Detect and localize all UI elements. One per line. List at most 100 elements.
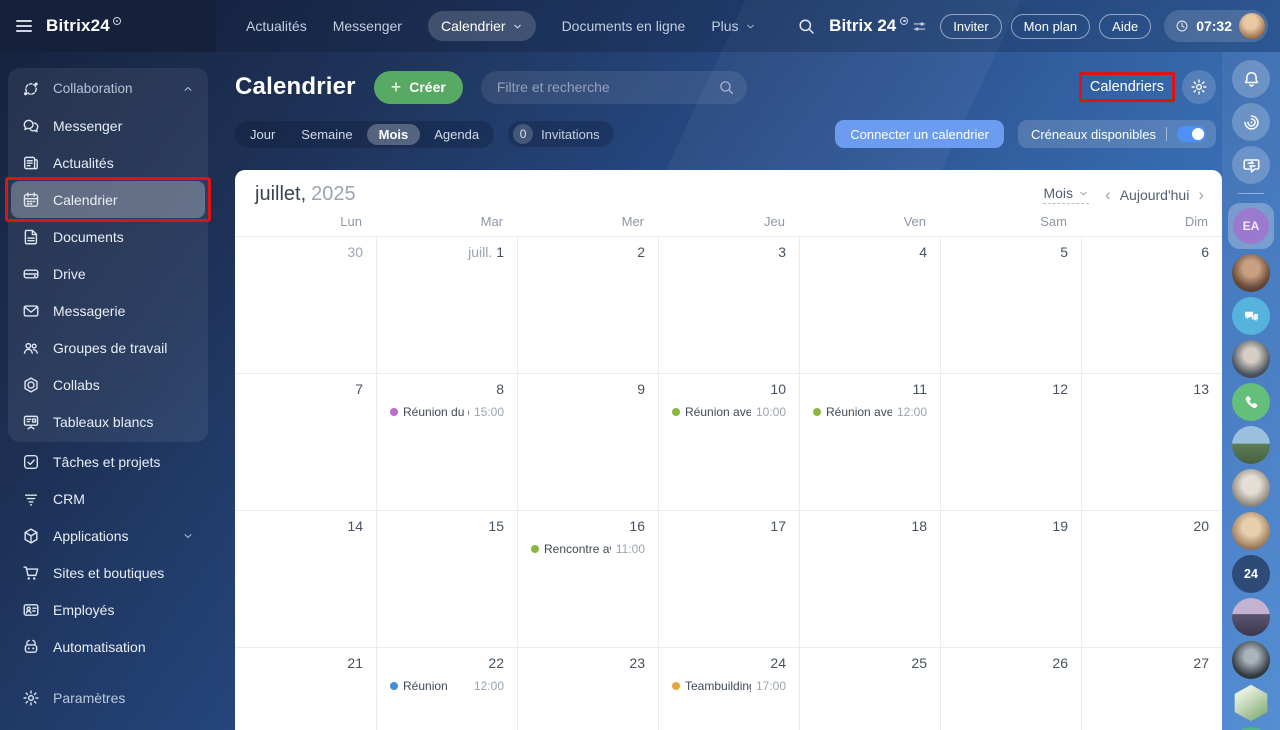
search-icon[interactable] — [797, 17, 816, 36]
calendar-day-cell[interactable]: 25 — [799, 647, 940, 730]
search-icon[interactable] — [718, 79, 735, 96]
calendar-settings-button[interactable] — [1182, 70, 1216, 104]
invitations-pill[interactable]: 0 Invitations — [508, 121, 614, 147]
topnav-plus[interactable]: Plus — [711, 11, 755, 41]
topnav-documents-en-ligne[interactable]: Documents en ligne — [562, 11, 686, 41]
user-avatar[interactable] — [1239, 13, 1265, 39]
calendar-day-cell[interactable]: 14 — [235, 510, 376, 647]
sidebar-item-drive[interactable]: Drive — [11, 255, 205, 292]
calendar-day-cell[interactable]: 18 — [799, 510, 940, 647]
chat-item-24[interactable]: 24 — [1232, 555, 1270, 593]
view-tab-jour[interactable]: Jour — [238, 124, 287, 145]
view-tab-semaine[interactable]: Semaine — [289, 124, 364, 145]
available-slots-toggle[interactable] — [1177, 126, 1206, 142]
sidebar-item-messenger[interactable]: Messenger — [11, 107, 205, 144]
calendar-day-cell[interactable]: 5 — [940, 236, 1081, 373]
chat-avatar-man-dark-man-dark-icon[interactable] — [1232, 641, 1270, 679]
calendar-event[interactable]: Réunion du dé... 15:00 — [390, 405, 504, 419]
event-time: 12:00 — [896, 405, 927, 419]
calendar-day-cell[interactable]: 19 — [940, 510, 1081, 647]
chat-channel-button[interactable] — [1232, 297, 1270, 335]
sidebar-item-applications[interactable]: Applications — [11, 517, 205, 554]
calendar-day-cell[interactable]: 8 Réunion du dé... 15:00 — [376, 373, 517, 510]
sidebar-item-groupes-de-travail[interactable]: Groupes de travail — [11, 329, 205, 366]
calendar-day-cell[interactable]: 13 — [1081, 373, 1222, 510]
chat-item-ea[interactable]: EA — [1228, 203, 1274, 249]
sidebar-item-employes[interactable]: Employés — [11, 591, 205, 628]
connect-calendar-button[interactable]: Connecter un calendrier — [835, 120, 1004, 148]
sidebar-item-tableaux-blancs[interactable]: Tableaux blancs — [11, 403, 205, 440]
phone-icon — [1242, 393, 1261, 412]
calendar-day-cell[interactable]: 20 — [1081, 510, 1222, 647]
calendar-event[interactable]: Teambuilding 17:00 — [672, 679, 786, 693]
calendar-day-cell[interactable]: 26 — [940, 647, 1081, 730]
chat-avatar-city-city-icon[interactable] — [1232, 598, 1270, 636]
time-status-pill[interactable]: 07:32 — [1164, 10, 1268, 42]
calendar-day-cell[interactable]: 6 — [1081, 236, 1222, 373]
portal-name[interactable]: Bitrix 24 — [829, 16, 927, 36]
calendar-day-cell[interactable]: 24 Teambuilding 17:00 — [658, 647, 799, 730]
sidebar-item-documents[interactable]: Documents — [11, 218, 205, 255]
search-input[interactable] — [496, 79, 718, 95]
calendar-day-cell[interactable]: juill. 1 — [376, 236, 517, 373]
sidebar-section-collaboration[interactable]: Collaboration — [11, 70, 205, 107]
topnav-actualites[interactable]: Actualités — [246, 11, 307, 41]
notifications-button[interactable] — [1232, 60, 1270, 98]
chat-avatar-woman-woman-portrait-icon[interactable] — [1232, 254, 1270, 292]
sidebar-item-label: Groupes de travail — [53, 339, 168, 356]
calls-button[interactable] — [1232, 383, 1270, 421]
sidebar-item-calendrier[interactable]: Calendrier — [5, 177, 211, 222]
chat-avatar-cat-cat-icon[interactable] — [1232, 469, 1270, 507]
calendar-day-cell[interactable]: 2 — [517, 236, 658, 373]
chat-avatar-landscape-landscape-icon[interactable] — [1232, 426, 1270, 464]
calendar-event[interactable]: Réunion avec l... 12:00 — [813, 405, 927, 419]
chat-avatar-hexagon-hexagon-map-icon[interactable] — [1234, 684, 1268, 722]
calendar-day-cell[interactable]: 11 Réunion avec l... 12:00 — [799, 373, 940, 510]
view-tab-agenda[interactable]: Agenda — [422, 124, 491, 145]
sidebar-item-crm[interactable]: CRM — [11, 480, 205, 517]
topnav-messenger[interactable]: Messenger — [333, 11, 402, 41]
chat-avatar-man-man-portrait-icon[interactable] — [1232, 340, 1270, 378]
bitrix24-logo[interactable]: Bitrix24 — [46, 16, 121, 36]
calendar-day-cell[interactable]: 27 — [1081, 647, 1222, 730]
topnav-calendrier[interactable]: Calendrier — [427, 11, 536, 41]
sidebar-item-sites-et-boutiques[interactable]: Sites et boutiques — [11, 554, 205, 591]
calendar-day-cell[interactable]: 21 — [235, 647, 376, 730]
calendar-view-select[interactable]: Mois — [1043, 185, 1090, 204]
calendar-day-cell[interactable]: 15 — [376, 510, 517, 647]
calendar-day-cell[interactable]: 22 Réunion 12:00 — [376, 647, 517, 730]
aide-button[interactable]: Aide — [1099, 13, 1152, 39]
prev-month-button[interactable]: ‹ — [1105, 186, 1111, 203]
calendar-day-cell[interactable]: 4 — [799, 236, 940, 373]
sidebar-item-messagerie[interactable]: Messagerie — [11, 292, 205, 329]
hamburger-menu-icon[interactable] — [16, 19, 32, 33]
inviter-button[interactable]: Inviter — [940, 13, 1002, 39]
sidebar-item-taches-et-projets[interactable]: Tâches et projets — [11, 443, 205, 480]
calendar-day-cell[interactable]: 17 — [658, 510, 799, 647]
filter-search-box[interactable] — [480, 70, 747, 104]
calendar-day-cell[interactable]: 30 — [235, 236, 376, 373]
calendar-day-cell[interactable]: 3 — [658, 236, 799, 373]
calendar-day-cell[interactable]: 23 — [517, 647, 658, 730]
calendar-day-cell[interactable]: 16 Rencontre avec... 11:00 — [517, 510, 658, 647]
today-button[interactable]: Aujourd'hui — [1120, 187, 1190, 203]
copilot-button[interactable] — [1232, 103, 1270, 141]
calendar-event[interactable]: Réunion 12:00 — [390, 679, 504, 693]
calendar-day-cell[interactable]: 9 — [517, 373, 658, 510]
calendar-day-cell[interactable]: 12 — [940, 373, 1081, 510]
calendar-event[interactable]: Réunion avec l... 10:00 — [672, 405, 786, 419]
calendar-event[interactable]: Rencontre avec... 11:00 — [531, 542, 645, 556]
create-button[interactable]: + Créer — [373, 70, 463, 104]
mon-plan-button[interactable]: Mon plan — [1010, 13, 1091, 39]
sidebar-item-automatisation[interactable]: Automatisation — [11, 628, 205, 665]
sidebar-item-collabs[interactable]: Collabs — [11, 366, 205, 403]
calendar-day-cell[interactable]: 10 Réunion avec l... 10:00 — [658, 373, 799, 510]
next-month-button[interactable]: › — [1198, 186, 1204, 203]
calendars-button[interactable]: Calendriers — [1078, 72, 1176, 102]
view-tab-mois[interactable]: Mois — [366, 123, 421, 145]
sidebar-item-parametres[interactable]: Paramètres — [11, 679, 205, 716]
chat-avatar-blonde-woman-blonde-icon[interactable] — [1232, 512, 1270, 550]
sidebar-item-actualites[interactable]: Actualités — [11, 144, 205, 181]
translator-button[interactable] — [1232, 146, 1270, 184]
calendar-day-cell[interactable]: 7 — [235, 373, 376, 510]
